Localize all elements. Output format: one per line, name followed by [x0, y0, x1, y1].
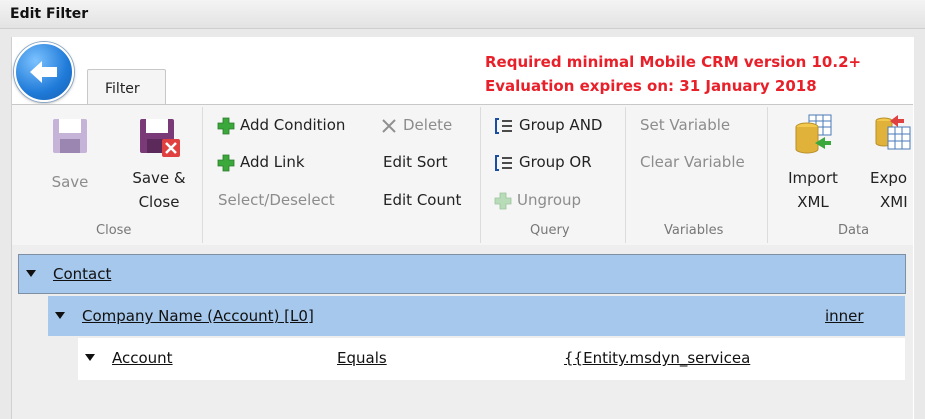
import-xml-label-1: Import [788, 169, 838, 187]
plus-green-icon [217, 154, 235, 171]
link-entity-link[interactable]: Company Name (Account) [L0] [82, 307, 314, 325]
arrow-left-icon [30, 61, 57, 83]
condition-value-link[interactable]: {{Entity.msdyn_servicea [564, 349, 750, 367]
save-close-label-1: Save & [132, 169, 186, 187]
export-xml-button[interactable]: Expo XMI [870, 113, 913, 214]
group-label-variables: Variables [664, 223, 724, 238]
separator [202, 107, 203, 243]
group-bracket-icon [495, 154, 512, 171]
window-title: Edit Filter [10, 6, 89, 22]
tree-node-entity[interactable]: Contact [18, 254, 906, 294]
export-database-icon [875, 115, 911, 150]
back-button[interactable] [14, 42, 74, 102]
entity-link[interactable]: Contact [53, 265, 111, 283]
notice-expiry: Evaluation expires on: 31 January 2018 [485, 77, 817, 95]
group-and-button[interactable]: Group AND [494, 116, 602, 135]
group-and-label: Group AND [519, 116, 603, 134]
save-close-button[interactable]: Save & Close [122, 117, 196, 214]
group-bracket-icon [495, 117, 512, 134]
condition-field-link[interactable]: Account [112, 349, 173, 367]
tab-filter[interactable]: Filter [87, 69, 166, 105]
import-database-icon [795, 114, 832, 154]
plus-green-icon [217, 117, 235, 134]
save-close-icon [140, 119, 180, 157]
edit-sort-button[interactable]: Edit Sort [383, 153, 448, 171]
ribbon-toolbar: Save Save & Close Close Add Condition De… [12, 104, 913, 246]
add-link-label: Add Link [240, 153, 305, 171]
plus-disabled-icon [494, 192, 512, 209]
group-label-data: Data [838, 223, 870, 238]
separator [625, 107, 626, 243]
expand-triangle-icon[interactable] [85, 354, 95, 361]
ungroup-button[interactable]: Ungroup [494, 191, 581, 210]
tree-node-link[interactable]: Company Name (Account) [L0] inner [48, 296, 905, 336]
notice-version: Required minimal Mobile CRM version 10.2… [485, 53, 862, 71]
export-xml-label-2: XMI [880, 193, 908, 211]
tree-node-condition[interactable]: Account Equals {{Entity.msdyn_servicea [78, 338, 905, 380]
delete-label: Delete [403, 116, 453, 134]
group-label-query: Query [530, 223, 570, 238]
ungroup-label: Ungroup [517, 191, 582, 209]
expand-triangle-icon[interactable] [55, 312, 65, 319]
add-condition-label: Add Condition [240, 116, 346, 134]
edit-count-button[interactable]: Edit Count [383, 191, 461, 209]
save-label: Save [51, 173, 89, 191]
add-condition-button[interactable]: Add Condition [217, 116, 345, 135]
export-xml-label-1: Expo [870, 169, 908, 187]
group-label-close: Close [96, 223, 132, 238]
tab-filter-label: Filter [105, 81, 140, 97]
save-close-label-2: Close [138, 193, 180, 211]
import-xml-label-2: XML [797, 193, 829, 211]
group-or-button[interactable]: Group OR [494, 153, 592, 172]
separator [480, 107, 481, 243]
expand-triangle-icon[interactable] [26, 270, 36, 277]
save-button[interactable]: Save [42, 117, 98, 194]
set-variable-button[interactable]: Set Variable [640, 116, 730, 134]
delete-button[interactable]: Delete [380, 116, 452, 135]
add-link-button[interactable]: Add Link [217, 153, 305, 172]
license-notice: Required minimal Mobile CRM version 10.2… [485, 50, 861, 98]
join-type-link[interactable]: inner [825, 307, 864, 325]
condition-operator-link[interactable]: Equals [337, 349, 387, 367]
delete-x-icon [382, 118, 396, 133]
clear-variable-button[interactable]: Clear Variable [640, 153, 745, 171]
floppy-disk-icon [53, 119, 87, 153]
select-deselect-button[interactable]: Select/Deselect [218, 191, 335, 209]
import-xml-button[interactable]: Import XML [780, 113, 846, 214]
window-titlebar: Edit Filter [0, 0, 925, 29]
group-or-label: Group OR [519, 153, 592, 171]
separator [767, 107, 768, 243]
